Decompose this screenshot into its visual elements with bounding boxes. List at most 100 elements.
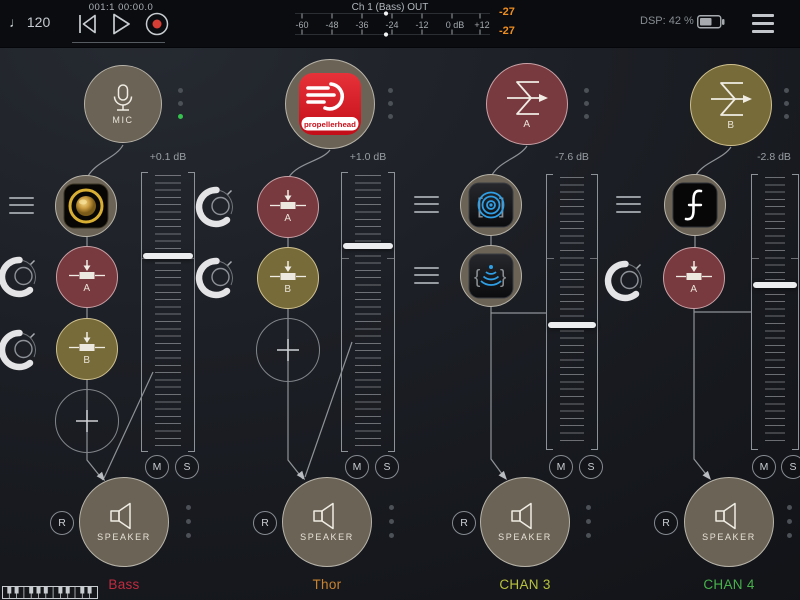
output-node-speaker[interactable]: SPEAKER [480,477,570,567]
effect-node-app[interactable]: {} [460,245,522,307]
speaker-icon [510,502,540,530]
fader-handle[interactable] [753,282,797,288]
effect-node-app[interactable]: [] [460,174,522,236]
channel-name[interactable]: Thor [267,577,387,592]
node-menu-dot[interactable] [586,519,591,524]
channel-name[interactable]: CHAN 3 [465,577,585,592]
node-menu-dot[interactable] [186,533,191,538]
send-b-knob[interactable] [0,326,42,374]
plus-icon [276,338,300,362]
solo-button[interactable]: S [579,455,603,479]
node-menu-dot[interactable] [389,533,394,538]
record-arm-button[interactable]: R [253,511,277,535]
record-button[interactable] [144,11,170,37]
gain-readout: -2.8 dB [746,151,800,163]
function-f-app-icon [672,182,718,228]
skip-to-start-button[interactable] [76,12,100,36]
output-node-speaker[interactable]: SPEAKER [282,477,372,567]
node-menu-dot[interactable] [388,88,393,93]
fader-rail [591,174,598,450]
node-menu-dot[interactable] [186,519,191,524]
svg-text:-36: -36 [355,20,368,30]
send-node-a[interactable]: A [257,176,319,238]
node-menu-dot[interactable] [388,101,393,106]
svg-text:}: } [500,267,506,288]
node-menu-dot[interactable] [584,88,589,93]
mute-button[interactable]: M [549,455,573,479]
send-b-knob[interactable] [191,254,239,302]
solo-button[interactable]: S [375,455,399,479]
play-button[interactable] [109,12,133,36]
mute-button[interactable]: M [345,455,369,479]
fader-rail [341,172,348,452]
send-a-knob[interactable] [600,257,648,305]
sum-bus-icon [709,80,753,118]
node-menu-dot[interactable] [784,101,789,106]
fader-handle[interactable] [548,322,596,328]
input-node-bus-b[interactable]: B [690,64,772,146]
node-menu-dot[interactable] [584,101,589,106]
effect-node-app[interactable] [664,174,726,236]
node-menu-dot[interactable] [586,505,591,510]
input-node-app[interactable]: propellerhead [285,59,375,149]
effect-slot-handle-icon[interactable] [616,196,641,218]
record-arm-button[interactable]: R [452,511,476,535]
node-menu-dot[interactable] [178,101,183,106]
node-menu-dot[interactable] [787,505,792,510]
dsp-load: DSP: 42 % [640,15,694,27]
send-a-knob[interactable] [191,183,239,231]
effect-slot-handle-icon[interactable] [9,197,34,219]
input-node-bus-a[interactable]: A [486,63,568,145]
add-node-button[interactable] [55,389,119,453]
mute-button[interactable]: M [752,455,776,479]
node-menu-dot[interactable] [178,88,183,93]
channel-name[interactable]: CHAN 4 [669,577,789,592]
node-menu-dot[interactable] [784,88,789,93]
send-node-a[interactable]: A [56,246,118,308]
fader-rail [751,174,758,450]
fader-handle[interactable] [143,253,193,259]
output-node-speaker[interactable]: SPEAKER [684,477,774,567]
send-node-a[interactable]: A [663,247,725,309]
send-node-b[interactable]: B [56,318,118,380]
volume-fader[interactable] [341,172,395,452]
tempo-display[interactable]: ♩ 120 [9,14,50,30]
output-node-speaker[interactable]: SPEAKER [79,477,169,567]
solo-button[interactable]: S [175,455,199,479]
effect-node-app[interactable] [55,175,117,237]
volume-fader[interactable] [751,174,799,450]
node-menu-dot[interactable] [389,519,394,524]
keyboard-icon[interactable] [2,586,98,599]
output-level-meter[interactable]: -60 -48 -36 -24 -12 0 dB +12 [292,7,497,41]
node-menu-dot[interactable] [787,533,792,538]
node-menu-dot[interactable] [389,505,394,510]
node-menu-dot[interactable] [584,114,589,119]
record-arm-button[interactable]: R [50,511,74,535]
record-arm-button[interactable]: R [654,511,678,535]
volume-fader[interactable] [546,174,598,450]
fader-handle[interactable] [343,243,393,249]
main-menu-button[interactable] [752,14,774,38]
send-icon [269,261,307,282]
input-node-mic[interactable]: MIC [84,65,162,143]
mic-icon [110,84,136,113]
effect-slot-handle-icon[interactable] [414,196,439,218]
node-menu-dot[interactable] [784,114,789,119]
svg-text:-12: -12 [415,20,428,30]
solo-button[interactable]: S [781,455,800,479]
add-node-button[interactable] [256,318,320,382]
effect-slot-handle-icon[interactable] [414,267,439,289]
send-icon [68,260,106,281]
mute-button[interactable]: M [145,455,169,479]
svg-text:-24: -24 [385,20,398,30]
node-menu-dot[interactable] [186,505,191,510]
sum-bus-icon [505,79,549,117]
send-a-knob[interactable] [0,253,42,301]
node-menu-dot[interactable] [388,114,393,119]
volume-fader[interactable] [141,172,195,452]
svg-text:propellerhead: propellerhead [304,120,356,129]
node-menu-dot[interactable] [586,533,591,538]
svg-text:{: { [474,267,481,288]
node-menu-dot[interactable] [787,519,792,524]
send-node-b[interactable]: B [257,247,319,309]
